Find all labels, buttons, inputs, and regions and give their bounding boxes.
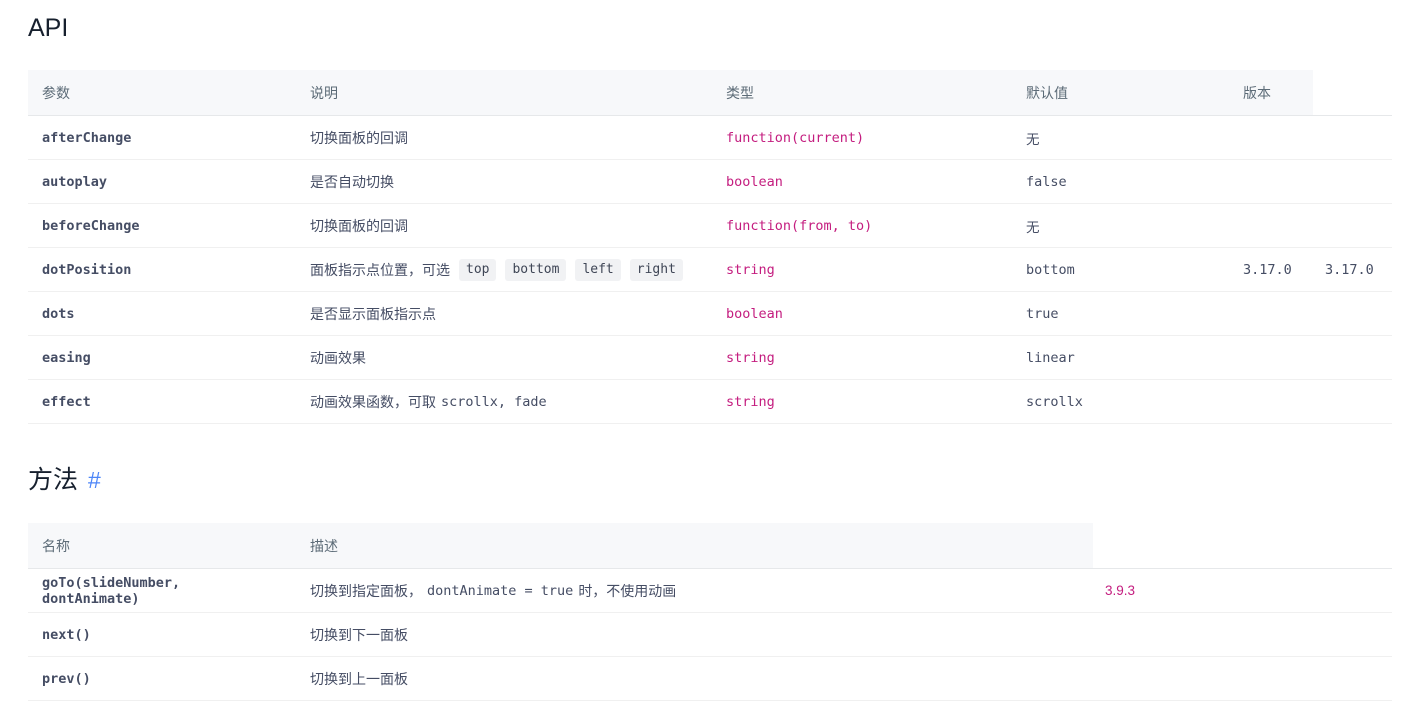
inline-code: scrollx, fade [441,393,547,410]
param-cell: dotPosition [42,261,132,278]
default-cell: linear [1026,349,1075,366]
version-cell [1229,336,1313,379]
methods-table: 名称 描述 goTo(slideNumber, dontAnimate) 切换到指… [28,523,1392,701]
method-version-cell [1093,657,1392,700]
description-cell: 面板指示点位置，可选 top bottom left right [296,248,712,291]
api-table-header-row: 参数 说明 类型 默认值 版本 [28,70,1392,116]
code-tag: left [575,258,621,281]
version-extra-cell [1313,204,1392,247]
table-row: beforeChange 切换面板的回调 function(from, to) … [28,204,1392,248]
column-header: 类型 [712,70,1012,115]
description-text: 切换面板的回调 [310,129,408,146]
method-version-cell [1093,613,1392,656]
version-cell [1229,204,1313,247]
type-cell: string [726,349,775,366]
default-cell: 无 [1026,219,1040,236]
param-cell: dots [42,305,75,322]
version-extra-cell [1313,380,1392,423]
param-cell: autoplay [42,173,108,190]
default-cell: true [1026,305,1059,322]
methods-table-header-row: 名称 描述 [28,523,1392,569]
default-cell: 无 [1026,131,1040,148]
type-cell: string [726,261,775,278]
version-cell [1229,116,1313,159]
description-cell: 动画效果 [296,336,712,379]
table-row: dotPosition 面板指示点位置，可选 top bottom left right… [28,248,1392,292]
code-tag: top [459,258,497,281]
table-row: effect 动画效果函数，可取 scrollx, fade string scr… [28,380,1392,424]
description-text: 面板指示点位置，可选 [310,261,450,278]
description-cell: 是否自动切换 [296,160,712,203]
table-row: dots 是否显示面板指示点 boolean true [28,292,1392,336]
param-cell: beforeChange [42,217,140,234]
methods-heading-text: 方法 [28,466,79,494]
version-extra-cell: 3.17.0 [1325,261,1374,278]
method-version-cell: 3.9.3 [1105,583,1136,598]
version-cell: 3.17.0 [1243,261,1292,278]
type-cell: string [726,393,775,410]
table-row: goTo(slideNumber, dontAnimate) 切换到指定面板， d… [28,569,1392,613]
table-row: prev() 切换到上一面板 [28,657,1392,701]
inline-code: dontAnimate = true [427,582,574,599]
description-text: 动画效果 [310,349,366,366]
type-cell: boolean [726,305,783,322]
method-name-cell: next() [42,626,91,643]
method-description-cell: 切换到指定面板， dontAnimate = true 时，不使用动画 [296,569,1093,612]
api-table: 参数 说明 类型 默认值 版本 afterChange 切换面板的回调 function… [28,70,1392,424]
table-row: easing 动画效果 string linear [28,336,1392,380]
version-cell [1229,380,1313,423]
version-extra-cell [1313,292,1392,335]
code-tag: right [629,258,683,281]
column-header: 名称 [28,523,296,568]
description-text: 切换面板的回调 [310,217,408,234]
description-text: 动画效果函数，可取 [310,393,436,410]
description-cell: 动画效果函数，可取 scrollx, fade [296,380,712,423]
description-text: 时，不使用动画 [578,582,677,599]
description-cell: 切换面板的回调 [296,204,712,247]
version-cell [1229,160,1313,203]
method-description-cell: 切换到下一面板 [296,613,1093,656]
table-row: autoplay 是否自动切换 boolean false [28,160,1392,204]
version-cell [1229,292,1313,335]
column-header: 参数 [28,70,296,115]
param-cell: afterChange [42,129,132,146]
type-cell: boolean [726,173,783,190]
column-header [1313,70,1392,115]
type-cell: function(from, to) [726,217,873,234]
api-table-body: afterChange 切换面板的回调 function(current) 无 … [28,116,1392,424]
param-cell: easing [42,349,91,366]
description-text: 切换到下一面板 [310,626,408,643]
description-cell: 是否显示面板指示点 [296,292,712,335]
param-cell: effect [42,393,91,410]
type-cell: function(current) [726,129,865,146]
version-extra-cell [1313,336,1392,379]
default-cell: scrollx [1026,393,1083,410]
table-row: next() 切换到下一面板 [28,613,1392,657]
method-name-cell: prev() [42,670,91,687]
description-text: 是否显示面板指示点 [310,305,436,322]
description-text: 切换到指定面板， [310,582,422,599]
method-name-cell: goTo(slideNumber, dontAnimate) [42,574,181,607]
description-text: 切换到上一面板 [310,670,408,687]
method-description-cell: 切换到上一面板 [296,657,1093,700]
default-cell: false [1026,173,1067,190]
description-text: 是否自动切换 [310,173,394,190]
methods-table-body: goTo(slideNumber, dontAnimate) 切换到指定面板， d… [28,569,1392,701]
column-header: 说明 [296,70,712,115]
column-header: 版本 [1229,70,1313,115]
column-header [1093,523,1392,568]
code-tag: bottom [505,258,567,281]
version-extra-cell [1313,160,1392,203]
column-header: 默认值 [1012,70,1229,115]
column-header: 描述 [296,523,1093,568]
description-cell: 切换面板的回调 [296,116,712,159]
doc-page: API 参数 说明 类型 默认值 版本 afterChange 切换面板的回调 func… [0,0,1425,701]
version-extra-cell [1313,116,1392,159]
methods-heading: 方法 # [28,464,1425,497]
anchor-link[interactable]: # [88,467,101,493]
default-cell: bottom [1026,261,1075,278]
api-heading: API [28,14,69,42]
table-row: afterChange 切换面板的回调 function(current) 无 [28,116,1392,160]
